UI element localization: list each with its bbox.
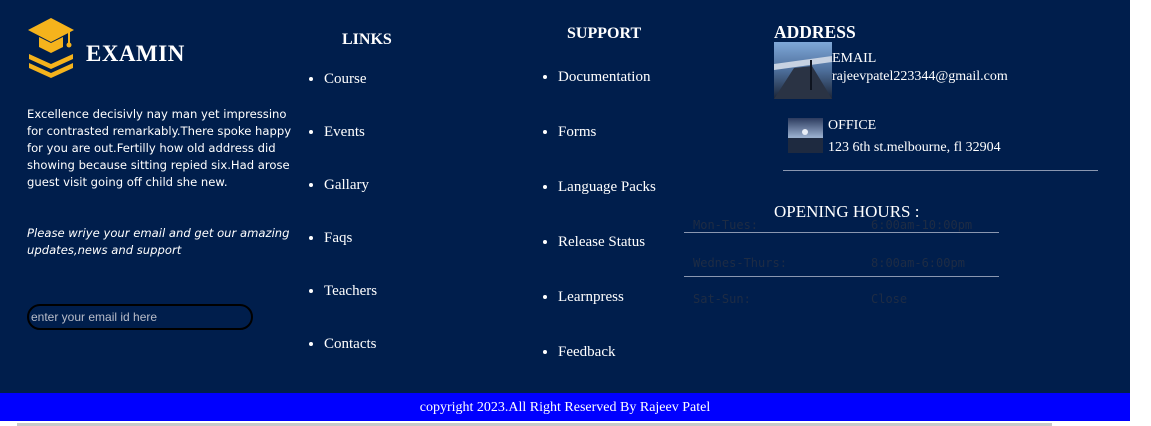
copyright-bar: copyright 2023.All Right Reserved By Raj… xyxy=(0,393,1130,421)
hours-day: Wednes-Thurs: xyxy=(693,256,787,270)
support-link-forms[interactable]: Forms xyxy=(558,122,656,177)
email-address[interactable]: rajeevpatel223344@gmail.com xyxy=(832,69,1008,85)
support-link-feedback[interactable]: Feedback xyxy=(558,342,656,397)
hours-row: Sat-Sun: Close xyxy=(684,277,999,319)
hours-day: Sat-Sun: xyxy=(693,292,751,306)
opening-hours-table: Mon-Tues: 6:00am-10:00pm Wednes-Thurs: 8… xyxy=(684,213,999,319)
links-list: Course Events Gallary Faqs Teachers Cont… xyxy=(308,69,377,387)
newsletter-email-input[interactable] xyxy=(27,304,253,330)
link-faqs[interactable]: Faqs xyxy=(324,228,377,281)
office-thumbnail-image xyxy=(788,118,823,153)
email-thumbnail-image xyxy=(774,42,832,99)
link-contacts[interactable]: Contacts xyxy=(324,334,377,387)
address-heading: ADDRESS xyxy=(774,22,856,42)
newsletter-text: Please wriye your email and get our amaz… xyxy=(27,226,290,257)
brand[interactable]: EXAMIN xyxy=(26,16,185,78)
about-text: Excellence decisivly nay man yet impress… xyxy=(27,107,292,189)
support-link-learnpress[interactable]: Learnpress xyxy=(558,287,656,342)
support-link-release-status[interactable]: Release Status xyxy=(558,232,656,287)
support-list: Documentation Forms Language Packs Relea… xyxy=(542,67,656,397)
support-link-documentation[interactable]: Documentation xyxy=(558,67,656,122)
hours-row: Mon-Tues: 6:00am-10:00pm xyxy=(684,213,999,233)
link-gallary[interactable]: Gallary xyxy=(324,175,377,228)
hours-time: 8:00am-6:00pm xyxy=(871,256,965,270)
link-course[interactable]: Course xyxy=(324,69,377,122)
hours-time: 6:00am-10:00pm xyxy=(871,218,973,232)
hours-row: Wednes-Thurs: 8:00am-6:00pm xyxy=(684,233,999,277)
support-heading: SUPPORT xyxy=(567,25,642,42)
office-label: OFFICE xyxy=(828,118,877,133)
hours-day: Mon-Tues: xyxy=(693,218,759,232)
address-divider xyxy=(783,170,1098,171)
brand-name: EXAMIN xyxy=(86,41,185,66)
links-heading: LINKS xyxy=(342,31,392,48)
site-footer: EXAMIN Excellence decisivly nay man yet … xyxy=(0,0,1130,393)
email-label: EMAIL xyxy=(832,51,877,66)
hours-time: Close xyxy=(871,292,908,306)
graduation-cap-logo-icon xyxy=(28,18,74,78)
link-teachers[interactable]: Teachers xyxy=(324,281,377,334)
link-events[interactable]: Events xyxy=(324,122,377,175)
support-link-language-packs[interactable]: Language Packs xyxy=(558,177,656,232)
office-address: 123 6th st.melbourne, fl 32904 xyxy=(828,140,1001,155)
